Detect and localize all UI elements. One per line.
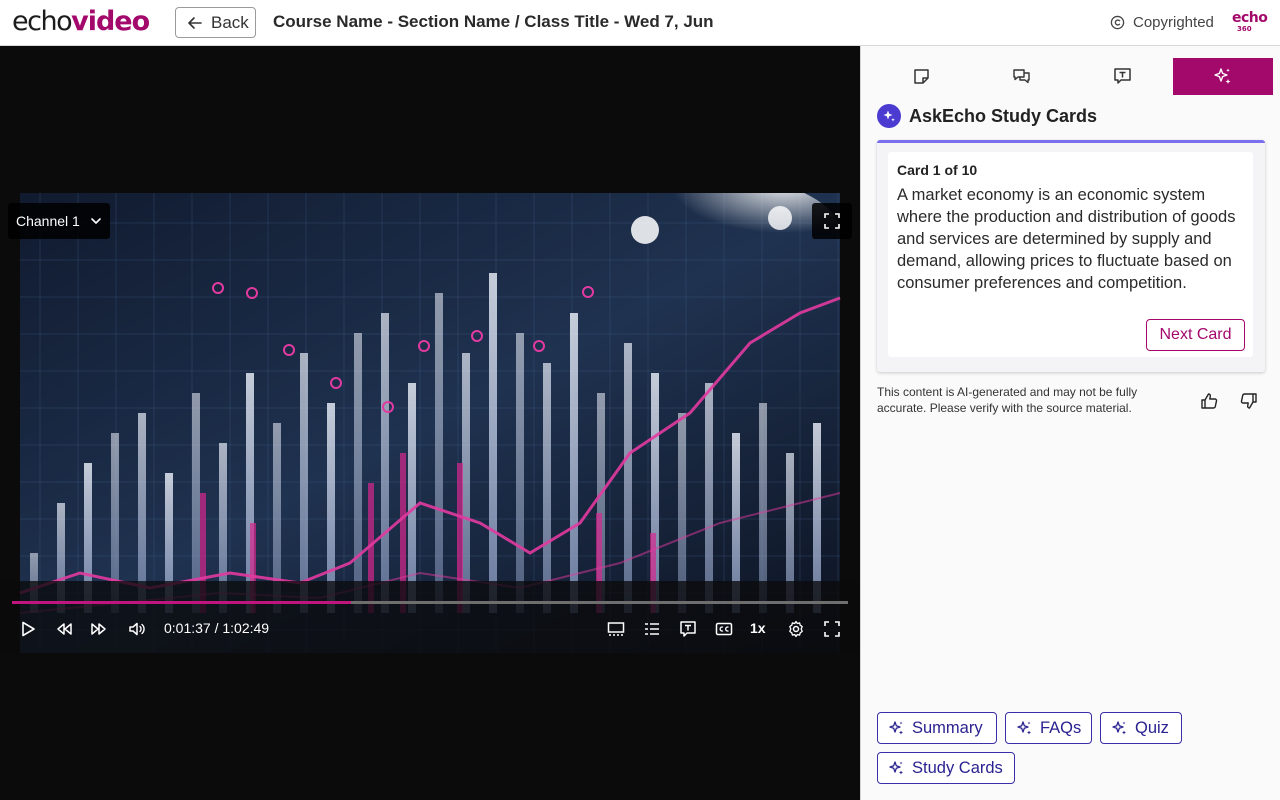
askecho-header: AskEcho Study Cards	[877, 104, 1097, 128]
time-display: 0:01:37 / 1:02:49	[164, 620, 270, 636]
ai-disclaimer: This content is AI-generated and may not…	[877, 385, 1138, 415]
quiz-chip[interactable]: Quiz	[1100, 712, 1182, 744]
chapters-button[interactable]	[640, 617, 664, 641]
back-button[interactable]: Back	[175, 7, 256, 38]
brand-bottom-text: 360	[1237, 25, 1252, 33]
video-bar	[705, 383, 713, 613]
logo-echo-text: echo	[12, 6, 73, 37]
rewind-button[interactable]	[52, 617, 76, 641]
card-text: A market economy is an economic system w…	[897, 186, 1236, 292]
fast-forward-button[interactable]	[87, 617, 111, 641]
top-bar: echovideo Back Course Name - Section Nam…	[0, 0, 1280, 46]
thumbs-up-icon	[1201, 393, 1218, 409]
sparkle-icon	[1214, 68, 1231, 84]
thumbs-down-button[interactable]	[1238, 390, 1260, 412]
tab-askecho[interactable]	[1172, 58, 1273, 95]
channel-label: Channel 1	[16, 213, 80, 229]
volume-button[interactable]	[125, 617, 149, 641]
panel-tabs	[871, 58, 1273, 95]
control-row: 0:01:37 / 1:02:49 1x	[0, 617, 860, 641]
chevron-down-icon	[91, 218, 101, 224]
echo360-logo: echo 360	[1232, 10, 1268, 36]
sparkle-icon	[1112, 720, 1126, 734]
video-frame[interactable]: Channel 1 0:01:37 / 1:02:49 1x	[0, 193, 860, 653]
channel-fullscreen-button[interactable]	[812, 203, 852, 239]
video-bar	[543, 363, 551, 613]
video-bar	[381, 313, 389, 613]
card-counter: Card 1 of 10	[897, 162, 978, 178]
arrow-left-icon	[188, 16, 202, 29]
logo-video-text: video	[71, 6, 150, 37]
channel-selector[interactable]: Channel 1	[8, 203, 110, 239]
study-cards-chip-label: Study Cards	[912, 758, 1003, 777]
sparkle-icon	[889, 760, 903, 774]
transcript-toggle-button[interactable]	[676, 617, 700, 641]
captions-button[interactable]	[712, 617, 736, 641]
fullscreen-button[interactable]	[820, 617, 844, 641]
echovideo-logo: echovideo	[12, 6, 150, 38]
video-bar	[462, 353, 470, 613]
study-card: Card 1 of 10 A market economy is an econ…	[877, 140, 1265, 372]
sparkle-icon	[883, 110, 895, 122]
video-bar	[624, 343, 632, 613]
video-player: Channel 1 0:01:37 / 1:02:49 1x	[0, 46, 860, 800]
faqs-chip-label: FAQs	[1040, 718, 1082, 737]
layout-button[interactable]	[604, 617, 628, 641]
thumbs-up-button[interactable]	[1198, 390, 1220, 412]
brand-top-text: echo	[1232, 10, 1268, 26]
expand-icon	[824, 213, 840, 229]
video-bar	[489, 273, 497, 613]
page-title: Course Name - Section Name / Class Title…	[273, 12, 714, 31]
fullscreen-icon	[824, 621, 840, 637]
summary-chip[interactable]: Summary	[877, 712, 997, 744]
layout-icon	[607, 622, 625, 636]
video-bar	[516, 333, 524, 613]
fast-forward-icon	[91, 623, 106, 635]
quiz-chip-label: Quiz	[1135, 718, 1169, 737]
tab-discussion[interactable]	[972, 58, 1073, 95]
video-bar	[408, 383, 416, 613]
play-button[interactable]	[16, 617, 40, 641]
video-bar	[435, 293, 443, 613]
rewind-icon	[57, 623, 72, 635]
note-icon	[914, 69, 929, 84]
back-label: Back	[211, 12, 249, 32]
tab-notes[interactable]	[871, 58, 972, 95]
summary-chip-label: Summary	[912, 718, 983, 737]
closed-captions-icon	[715, 622, 733, 636]
app: echovideo Back Course Name - Section Nam…	[0, 0, 1280, 800]
copyright-label: Copyrighted	[1133, 14, 1214, 31]
copyright-indicator[interactable]: Copyrighted	[1110, 14, 1214, 31]
video-bar	[300, 353, 308, 613]
side-panel: AskEcho Study Cards Card 1 of 10 A marke…	[860, 46, 1280, 800]
video-bar	[354, 333, 362, 613]
settings-button[interactable]	[784, 617, 808, 641]
volume-icon	[129, 622, 145, 636]
transcript-icon	[1114, 68, 1131, 84]
chat-bubbles-icon	[1013, 69, 1030, 84]
sparkle-icon	[1017, 720, 1031, 734]
video-bar	[570, 313, 578, 613]
transcript-icon	[680, 621, 696, 637]
faqs-chip[interactable]: FAQs	[1005, 712, 1092, 744]
thumbs-down-icon	[1240, 393, 1257, 409]
study-cards-chip[interactable]: Study Cards	[877, 752, 1015, 784]
gear-icon	[789, 620, 803, 638]
progress-bar[interactable]	[12, 601, 848, 604]
panel-title: AskEcho Study Cards	[909, 105, 1098, 126]
tab-transcript[interactable]	[1072, 58, 1173, 95]
sparkle-icon	[889, 720, 903, 734]
askecho-badge	[877, 104, 901, 128]
playback-speed-button[interactable]: 1x	[750, 620, 766, 636]
copyright-icon	[1110, 15, 1125, 30]
player-controls: 0:01:37 / 1:02:49 1x	[0, 581, 860, 653]
list-icon	[645, 623, 659, 635]
play-icon	[22, 621, 35, 637]
next-card-button[interactable]: Next Card	[1146, 319, 1245, 351]
study-card-body: Card 1 of 10 A market economy is an econ…	[888, 152, 1253, 357]
progress-fill	[12, 601, 351, 604]
